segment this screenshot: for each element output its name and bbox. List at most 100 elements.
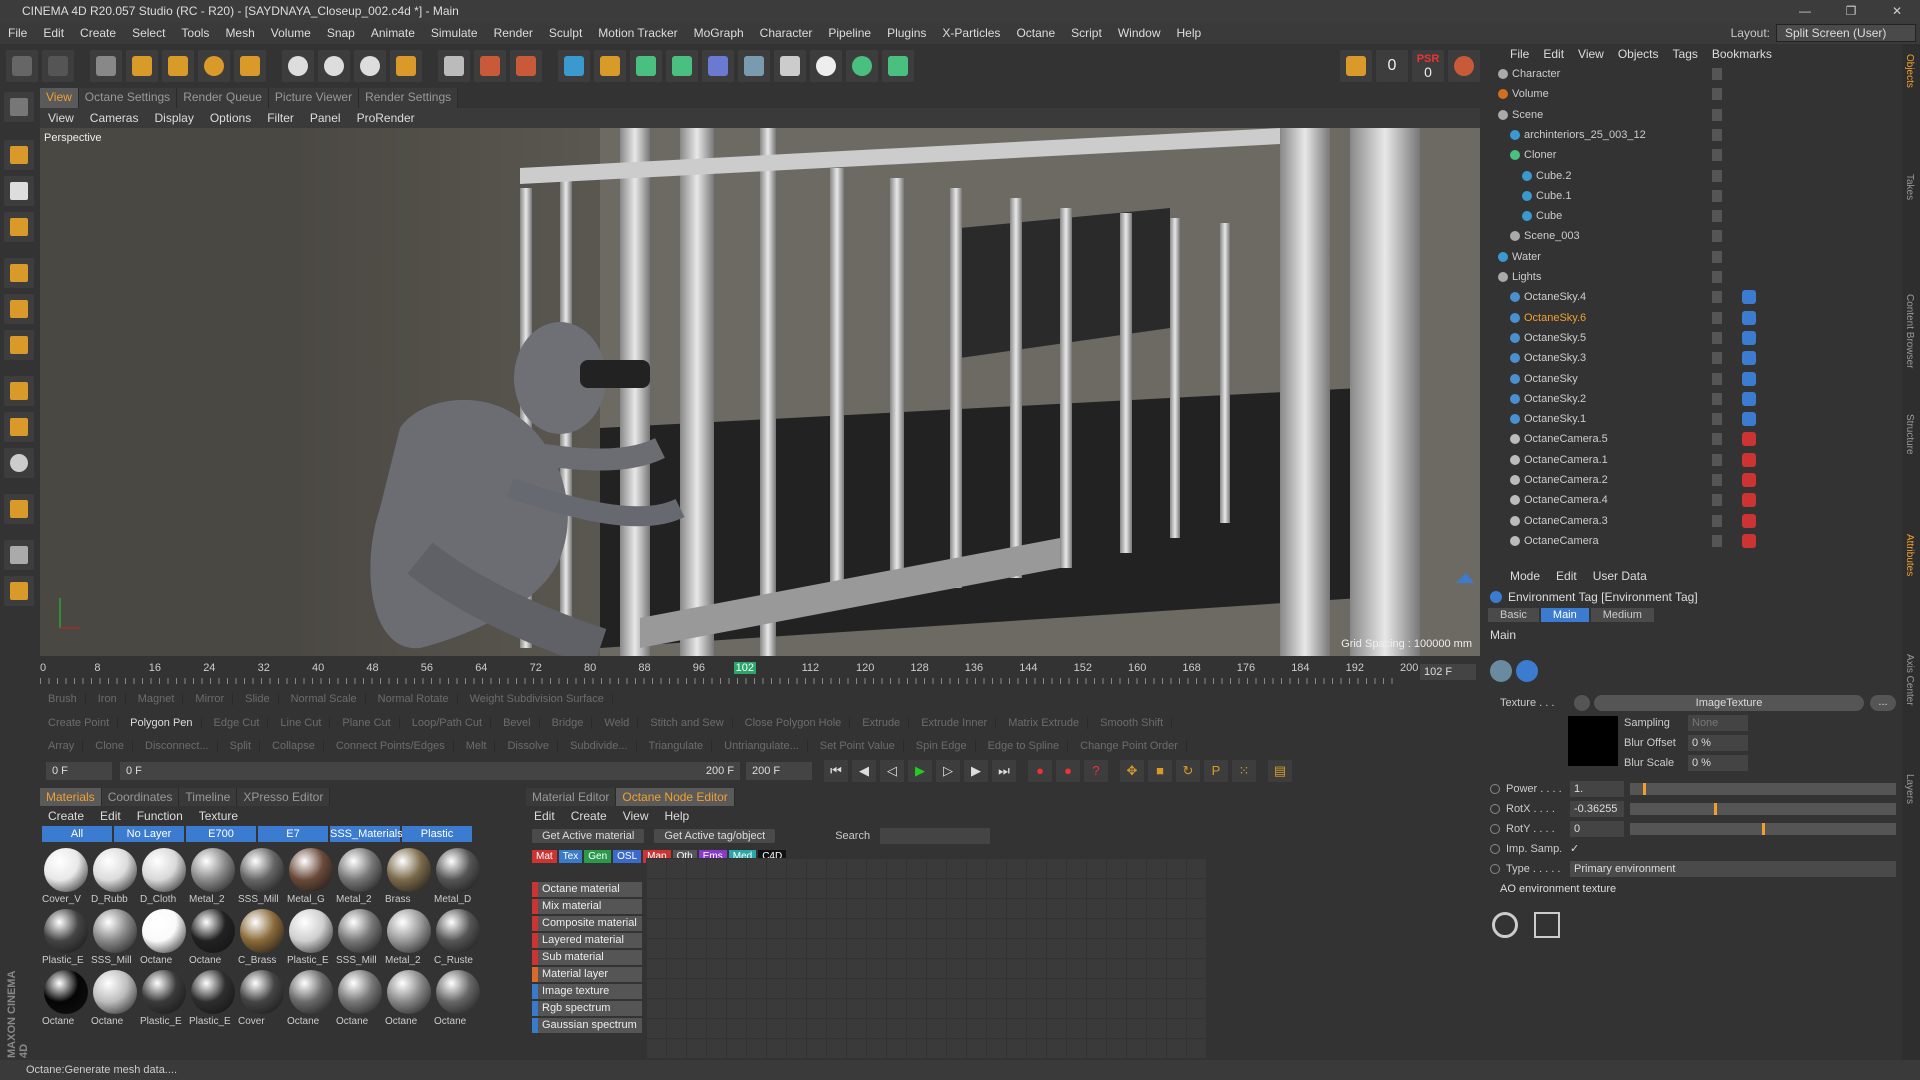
object-tag-icon[interactable] xyxy=(1742,351,1756,366)
tab-timeline[interactable]: Timeline xyxy=(179,788,238,806)
octane-gear-button[interactable] xyxy=(846,50,878,82)
tool-change-point-order[interactable]: Change Point Order xyxy=(1072,740,1187,752)
menu-sculpt[interactable]: Sculpt xyxy=(541,26,590,40)
menu-x-particles[interactable]: X-Particles xyxy=(934,26,1008,40)
layer-tab-all[interactable]: All xyxy=(42,826,112,842)
material-swatch[interactable]: Octane xyxy=(189,907,237,967)
tool-normal-rotate[interactable]: Normal Rotate xyxy=(370,693,458,705)
auto-key-button[interactable]: ● xyxy=(1056,760,1080,782)
material-swatch[interactable]: Octane xyxy=(336,968,384,1028)
psr-button[interactable]: PSR 0 xyxy=(1412,50,1444,82)
ao-texture-row[interactable]: AO environment texture xyxy=(1490,880,1900,898)
tool-weight-subdivision-surface[interactable]: Weight Subdivision Surface xyxy=(462,693,613,705)
tool-normal-scale[interactable]: Normal Scale xyxy=(283,693,366,705)
material-swatch[interactable]: Metal_2 xyxy=(189,846,237,906)
visibility-flag[interactable] xyxy=(1712,88,1722,101)
menu-pipeline[interactable]: Pipeline xyxy=(820,26,879,40)
tool-polygon-pen[interactable]: Polygon Pen xyxy=(122,717,202,729)
power-field[interactable]: 1. xyxy=(1570,781,1624,797)
start-frame-field[interactable]: 0 F xyxy=(46,762,112,780)
node-canvas[interactable] xyxy=(646,858,1206,1058)
material-swatch[interactable]: D_Cloth xyxy=(140,846,188,906)
power-slider[interactable] xyxy=(1630,783,1896,795)
type-dropdown[interactable]: Primary environment xyxy=(1570,861,1896,877)
object-tag-icon[interactable] xyxy=(1742,108,1756,122)
axis-mode-button[interactable] xyxy=(4,376,34,406)
menu-character[interactable]: Character xyxy=(752,26,821,40)
object-tag-icon[interactable] xyxy=(1742,67,1756,81)
snapping-button[interactable] xyxy=(4,448,34,478)
roty-field[interactable]: 0 xyxy=(1570,821,1624,837)
material-swatch[interactable]: Plastic_E xyxy=(287,907,335,967)
tool-connect-points-edges[interactable]: Connect Points/Edges xyxy=(328,740,454,752)
material-swatch[interactable]: Octane xyxy=(385,968,433,1028)
material-swatch[interactable]: Octane xyxy=(434,968,482,1028)
layer-tab-sss-materials[interactable]: SSS_Materials xyxy=(330,826,403,842)
play-button[interactable]: ▶ xyxy=(908,760,932,782)
object-tag-icon[interactable] xyxy=(1742,169,1756,183)
visibility-flag[interactable] xyxy=(1712,250,1722,263)
floor-button[interactable] xyxy=(738,50,770,82)
tool-split[interactable]: Split xyxy=(222,740,261,752)
material-swatch[interactable]: SSS_Mill xyxy=(238,846,286,906)
side-tab-takes[interactable]: Takes xyxy=(1904,174,1915,200)
object-row[interactable]: OctaneSky xyxy=(1484,369,1902,389)
node-menu-view[interactable]: View xyxy=(615,809,657,823)
redo-button[interactable] xyxy=(42,50,74,82)
object-row[interactable]: archinteriors_25_003_12 xyxy=(1484,125,1902,145)
object-menu-objects[interactable]: Objects xyxy=(1612,47,1665,61)
menu-window[interactable]: Window xyxy=(1110,26,1169,40)
object-tag-icon[interactable] xyxy=(1742,87,1756,101)
menu-volume[interactable]: Volume xyxy=(263,26,319,40)
category-osl[interactable]: OSL xyxy=(613,850,642,863)
key-pla-button[interactable]: ⁙ xyxy=(1232,760,1256,782)
material-swatch[interactable]: C_Ruste xyxy=(434,907,482,967)
tool-bevel[interactable]: Bevel xyxy=(495,717,540,729)
object-row[interactable]: OctaneSky.1 xyxy=(1484,409,1902,429)
tool-stitch-and-sew[interactable]: Stitch and Sew xyxy=(642,717,733,729)
attribute-menu-edit[interactable]: Edit xyxy=(1548,569,1585,583)
menu-render[interactable]: Render xyxy=(486,26,541,40)
timeline-ruler[interactable]: 0 8 16 24 32 40 48 56 64 72 80 88 96 102 112 120 128 136 1… xyxy=(40,660,1418,688)
help-icon[interactable] xyxy=(1492,912,1518,938)
object-tag-icon[interactable] xyxy=(1742,148,1756,162)
visibility-flag[interactable] xyxy=(1712,169,1722,182)
visibility-flag[interactable] xyxy=(1712,291,1722,304)
viewport-menu-view[interactable]: View xyxy=(40,111,82,125)
texture-field[interactable]: ImageTexture xyxy=(1594,695,1864,711)
keyframe-selection-button[interactable]: ? xyxy=(1084,760,1108,782)
menu-animate[interactable]: Animate xyxy=(363,26,423,40)
side-tab-attributes[interactable]: Attributes xyxy=(1904,534,1915,576)
prev-key-button[interactable]: ◀ xyxy=(852,760,876,782)
object-row[interactable]: OctaneSky.4 xyxy=(1484,287,1902,307)
object-row[interactable]: Lights xyxy=(1484,267,1902,287)
node-item[interactable]: Material layer xyxy=(532,967,642,982)
layer-tab-plastic[interactable]: Plastic xyxy=(402,826,472,842)
material-swatch[interactable]: Metal_2 xyxy=(385,907,433,967)
object-row[interactable]: Cloner xyxy=(1484,145,1902,165)
rotx-slider-handle[interactable] xyxy=(1714,803,1718,815)
environment-sphere-icon[interactable] xyxy=(1516,660,1538,682)
menu-edit[interactable]: Edit xyxy=(35,26,72,40)
visibility-flag[interactable] xyxy=(1712,271,1722,283)
visibility-flag[interactable] xyxy=(1712,189,1722,202)
imp-anim-icon[interactable] xyxy=(1490,844,1500,854)
object-menu-view[interactable]: View xyxy=(1572,47,1610,61)
object-row[interactable]: Cube.1 xyxy=(1484,186,1902,206)
object-tag-icon[interactable] xyxy=(1742,229,1756,243)
make-editable-button[interactable] xyxy=(4,92,34,122)
tool-smooth-shift[interactable]: Smooth Shift xyxy=(1092,717,1173,729)
object-tag-icon[interactable] xyxy=(1742,473,1756,487)
tool-bridge[interactable]: Bridge xyxy=(544,717,593,729)
rotate-tool-button[interactable] xyxy=(198,50,230,82)
next-key-button[interactable]: ▶ xyxy=(964,760,988,782)
object-tag-icon[interactable] xyxy=(1742,250,1756,264)
material-swatch[interactable]: Octane xyxy=(140,907,188,967)
blur-scale-field[interactable]: 0 % xyxy=(1688,755,1748,771)
roty-slider-handle[interactable] xyxy=(1761,823,1765,835)
render-view-button[interactable] xyxy=(438,50,470,82)
object-tag-icon[interactable] xyxy=(1742,310,1756,325)
menu-plugins[interactable]: Plugins xyxy=(879,26,934,40)
tool-clone[interactable]: Clone xyxy=(87,740,134,752)
object-row[interactable]: OctaneSky.2 xyxy=(1484,389,1902,409)
